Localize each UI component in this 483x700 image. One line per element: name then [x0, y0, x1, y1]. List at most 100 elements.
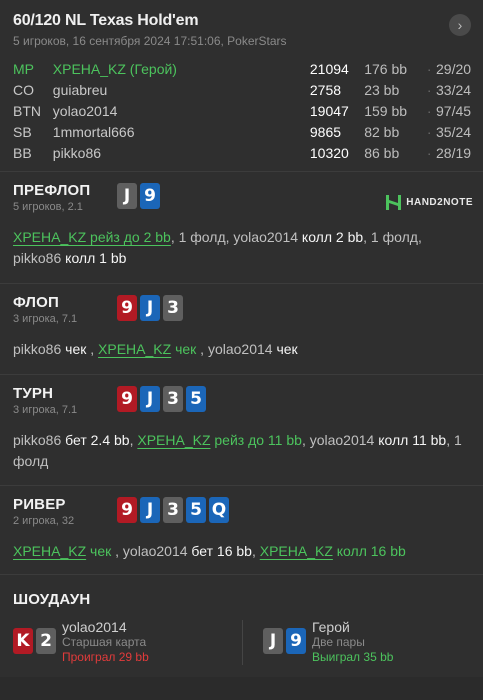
chevron-right-icon: ›	[457, 17, 463, 33]
playing-card: 5	[186, 386, 206, 412]
player-stack-bb: 23 bb	[364, 81, 400, 98]
player-name: pikko86	[52, 144, 102, 161]
action-text: бет 16 bb	[191, 543, 252, 559]
player-row[interactable]: BB pikko86 10320 86 bb · 28/19	[13, 142, 471, 163]
street-subtitle: 3 игрока, 7.1	[13, 313, 78, 325]
player-position: BB	[13, 144, 32, 161]
action-text: , yolao2014	[196, 341, 277, 357]
action-text: бет 2.4 bb	[65, 432, 130, 448]
hand2note-logo: HAND2NOTE	[385, 194, 473, 211]
separator-dot: ·	[426, 60, 432, 77]
playing-card: Q	[209, 497, 229, 523]
player-stack: 10320	[309, 144, 349, 161]
player-position: CO	[13, 81, 34, 98]
street-title: ПРЕФЛОП	[13, 182, 91, 199]
hero-action: чек	[171, 341, 197, 357]
player-row[interactable]: BTN yolao2014 19047 159 bb · 97/45	[13, 100, 472, 121]
playing-card: J	[117, 183, 137, 209]
hand-header: 60/120 NL Texas Hold'em 5 игроков, 16 се…	[0, 0, 483, 172]
hero-name-link[interactable]: ХРЕНА_KZ	[137, 432, 210, 448]
playing-card: 9	[117, 386, 137, 412]
player-position: BTN	[13, 102, 41, 119]
action-text: колл 11 bb	[378, 432, 447, 448]
playing-card: J	[140, 386, 160, 412]
hand-rank: Старшая карта	[62, 635, 147, 649]
board-cards: 9 J 3	[117, 295, 183, 321]
player-name: 1mmortal666	[52, 123, 135, 140]
street-title: ФЛОП	[13, 294, 60, 311]
player-stats: 97/45	[436, 102, 472, 119]
player-name: Герой	[312, 619, 350, 635]
action-text: чек	[65, 341, 87, 357]
next-hand-button[interactable]: ›	[449, 14, 471, 36]
action-text: , yolao2014	[301, 432, 379, 448]
action-text: pikko86	[13, 432, 66, 448]
player-stack-bb: 159 bb	[364, 102, 408, 119]
logo-text: HAND2NOTE	[406, 197, 473, 208]
player-stack-bb: 82 bb	[364, 123, 400, 140]
street-actions: ХРЕНА_KZ чек , yolao2014 бет 16 bb, ХРЕН…	[13, 541, 470, 562]
street-actions: ХРЕНА_KZ рейз до 2 bb, 1 фолд, yolao2014…	[13, 227, 470, 269]
action-text: колл 1 bb	[65, 250, 127, 266]
hero-action[interactable]: ХРЕНА_KZ рейз до 2 bb	[13, 229, 171, 245]
result-text: Проиграл 29 bb	[62, 650, 149, 664]
player-position: MP	[13, 60, 34, 77]
player-name: ХРЕНА_KZ (Герой)	[52, 60, 177, 77]
action-text: , 1 фолд, yolao2014	[170, 229, 302, 245]
showdown-player-left: K 2 yolao2014 Старшая карта Проиграл 29 …	[13, 620, 243, 665]
game-subtitle: 5 игроков, 16 сентября 2024 17:51:06, Po…	[13, 34, 287, 48]
playing-card: J	[263, 628, 283, 654]
street-actions: pikko86 чек , ХРЕНА_KZ чек , yolao2014 ч…	[13, 339, 470, 360]
playing-card: K	[13, 628, 33, 654]
hero-name-link[interactable]: ХРЕНА_KZ	[13, 543, 86, 559]
player-name: yolao2014	[62, 619, 127, 635]
playing-card: 9	[117, 295, 137, 321]
action-text: , 1	[446, 432, 462, 448]
street-subtitle: 2 игрока, 32	[13, 515, 75, 527]
player-stack: 9865	[309, 123, 342, 140]
player-stats: 35/24	[436, 123, 472, 140]
result-text: Выиграл 35 bb	[312, 650, 394, 664]
showdown-player-right: J 9 Герой Две пары Выиграл 35 bb	[243, 620, 393, 665]
street-subtitle: 3 игрока, 7.1	[13, 404, 78, 416]
player-name: guiabreu	[52, 81, 108, 98]
street-subtitle: 5 игроков, 2.1	[13, 201, 83, 213]
playing-card: 3	[163, 497, 183, 523]
separator-dot: ·	[426, 144, 432, 161]
playing-card: J	[140, 295, 160, 321]
hero-action: колл 16 bb	[332, 543, 406, 559]
playing-card: 9	[117, 497, 137, 523]
action-text: колл 2 bb	[301, 229, 364, 245]
action-text: чек	[276, 341, 298, 357]
player-stats: 33/24	[436, 81, 472, 98]
hero-name-link[interactable]: ХРЕНА_KZ	[98, 341, 171, 357]
action-text: pikko86	[13, 341, 66, 357]
playing-card: 5	[186, 497, 206, 523]
board-cards: 9 J 3 5 Q	[117, 497, 229, 523]
player-name: yolao2014	[52, 102, 118, 119]
separator-dot: ·	[426, 102, 432, 119]
playing-card: 3	[163, 386, 183, 412]
board-cards: 9 J 3 5	[117, 386, 206, 412]
action-text: , 1 фолд,	[363, 229, 422, 245]
playing-card: 3	[163, 295, 183, 321]
players-table: MP ХРЕНА_KZ (Герой) 21094 176 bb · 29/20…	[13, 58, 472, 163]
player-row[interactable]: SB 1mmortal666 9865 82 bb · 35/24	[13, 121, 472, 142]
hero-action: чек	[86, 543, 112, 559]
player-row[interactable]: MP ХРЕНА_KZ (Герой) 21094 176 bb · 29/20	[13, 58, 472, 79]
player-stats: 29/20	[436, 60, 472, 77]
player-row[interactable]: CO guiabreu 2758 23 bb · 33/24	[13, 79, 472, 100]
street-turn: ТУРН 3 игрока, 7.1 9 J 3 5 pikko86 бет 2…	[0, 375, 483, 486]
playing-card: 9	[140, 183, 160, 209]
hero-name-link[interactable]: ХРЕНА_KZ	[260, 543, 333, 559]
player-stack: 2758	[309, 81, 342, 98]
separator-dot: ·	[426, 123, 432, 140]
player-position: SB	[13, 123, 32, 140]
street-title: ТУРН	[13, 385, 54, 402]
player-stack-bb: 86 bb	[364, 144, 400, 161]
playing-card: 2	[36, 628, 56, 654]
player-stack-bb: 176 bb	[364, 60, 408, 77]
hero-cards: J 9	[117, 183, 160, 209]
player-cards: K 2	[13, 628, 56, 665]
separator-dot: ·	[426, 81, 432, 98]
